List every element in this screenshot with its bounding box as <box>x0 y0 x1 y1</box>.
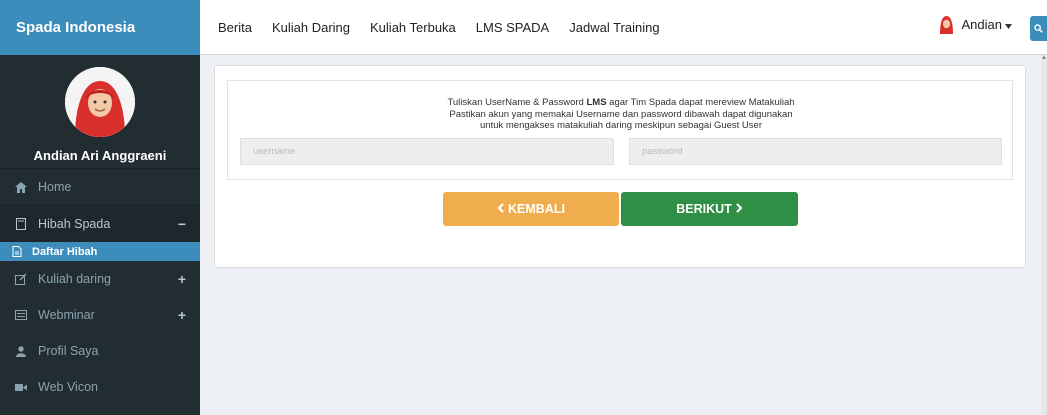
sidebar-item-kuliah-daring[interactable]: Kuliah daring + <box>0 261 200 297</box>
caret-down-icon <box>1005 17 1012 32</box>
brand-logo[interactable]: Spada Indonesia <box>0 0 200 55</box>
instruction-line-2: Pastikan akun yang memakai Username dan … <box>449 108 793 120</box>
nav-berita[interactable]: Berita <box>208 20 262 35</box>
sidebar-item-web-vicon[interactable]: Web Vicon <box>0 369 200 405</box>
username-input[interactable]: username <box>240 138 614 165</box>
nav-jadwal-training[interactable]: Jadwal Training <box>559 20 669 35</box>
sidebar-item-label: Hibah Spada <box>38 217 111 231</box>
next-button-label: BERIKUT <box>676 202 732 216</box>
list-icon <box>14 308 28 322</box>
home-icon <box>14 180 28 194</box>
scroll-up-icon[interactable]: ▲ <box>1041 55 1047 65</box>
sidebar-item-label: Webminar <box>38 308 95 322</box>
nav-kuliah-daring[interactable]: Kuliah Daring <box>262 20 360 35</box>
next-button[interactable]: BERIKUT <box>621 192 798 226</box>
avatar <box>65 67 135 137</box>
search-icon <box>1034 20 1043 38</box>
user-menu-label: Andian <box>961 17 1002 32</box>
sidebar-item-daftar-hibah[interactable]: Daftar Hibah <box>0 242 200 261</box>
chevron-right-icon <box>736 202 743 216</box>
instruction-line-1: Tuliskan UserName & Password LMS agar Ti… <box>447 97 795 108</box>
expand-icon[interactable]: + <box>178 307 186 323</box>
password-input[interactable]: password <box>629 138 1002 165</box>
sidebar-item-label: Home <box>38 180 72 194</box>
instruction-line-3: untuk mengakses matakuliah daring meskip… <box>480 120 762 131</box>
review-form-box: Tuliskan UserName & Password LMS agar Ti… <box>214 65 1026 268</box>
sidebar-item-webminar[interactable]: Webminar + <box>0 297 200 333</box>
user-avatar-icon <box>939 15 954 34</box>
sidebar-item-hibah-spada[interactable]: Hibah Spada − <box>0 206 200 242</box>
user-icon <box>14 344 28 358</box>
edit-icon <box>14 272 28 286</box>
nav-kuliah-terbuka[interactable]: Kuliah Terbuka <box>360 20 466 35</box>
collapse-icon[interactable]: − <box>178 216 186 232</box>
document-icon <box>10 245 24 259</box>
sidebar-menu: Home Hibah Spada − Daftar Hibah Kuliah d… <box>0 169 200 405</box>
sidebar-item-label: Daftar Hibah <box>32 245 98 258</box>
main-nav: Berita Kuliah Daring Kuliah Terbuka LMS … <box>208 20 670 35</box>
sidebar-item-label: Kuliah daring <box>38 272 111 286</box>
back-button[interactable]: KEMBALI <box>443 192 619 226</box>
sidebar-item-label: Profil Saya <box>38 344 99 358</box>
user-menu[interactable]: Andian <box>939 15 1012 34</box>
video-icon <box>14 380 28 394</box>
back-button-label: KEMBALI <box>508 202 565 216</box>
sidebar-item-label: Web Vicon <box>38 380 98 394</box>
instructions: Tuliskan UserName & Password LMS agar Ti… <box>228 97 1014 132</box>
user-name: Andian Ari Anggraeni <box>33 148 167 163</box>
top-navbar: Berita Kuliah Daring Kuliah Terbuka LMS … <box>200 0 1047 55</box>
vertical-scrollbar[interactable] <box>1041 55 1047 415</box>
credentials-panel: Tuliskan UserName & Password LMS agar Ti… <box>227 80 1013 180</box>
chevron-left-icon <box>497 202 504 216</box>
sidebar: Spada Indonesia Andian Ari Anggraeni Hom… <box>0 0 200 415</box>
nav-lms-spada[interactable]: LMS SPADA <box>466 20 559 35</box>
search-button[interactable] <box>1030 16 1047 41</box>
expand-icon[interactable]: + <box>178 271 186 287</box>
sidebar-item-home[interactable]: Home <box>0 169 200 205</box>
book-icon <box>14 217 28 231</box>
sidebar-item-profil-saya[interactable]: Profil Saya <box>0 333 200 369</box>
user-panel: Andian Ari Anggraeni <box>0 55 200 168</box>
